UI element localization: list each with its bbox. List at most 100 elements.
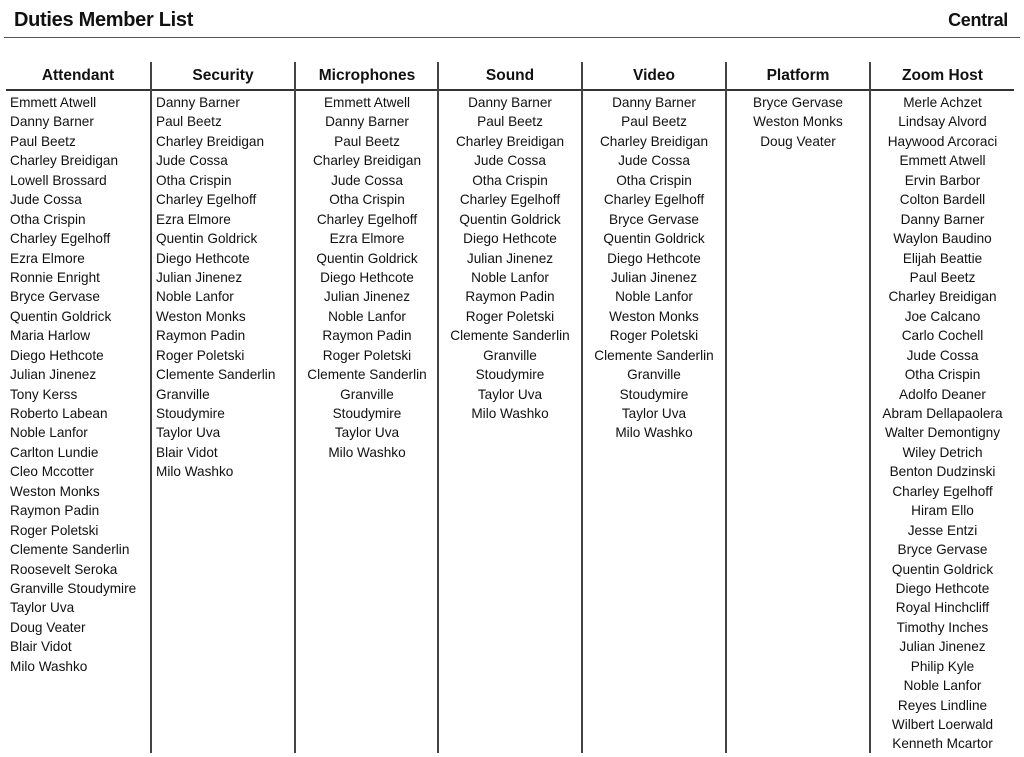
member-name: Raymon Padin [322, 328, 412, 344]
member-name: Charley Egelhoff [892, 483, 993, 499]
column-attendant: Attendant Emmett Atwell Danny Barner Paul B… [6, 62, 150, 757]
member-name: Quentin Goldrick [316, 250, 418, 266]
member-name: Milo Washko [328, 444, 406, 460]
member-name: Jude Cossa [906, 347, 979, 363]
member-name: Noble Lanfor [10, 425, 88, 441]
member-name: Taylor Uva [156, 425, 221, 441]
member-name: Raymon Padin [465, 289, 555, 305]
member-name: Clemente Sanderlin [10, 542, 130, 558]
column-platform: Platform Bryce Gervase Weston Monks Doug Ve… [727, 62, 869, 757]
member-name: Weston Monks [753, 114, 843, 130]
member-name: Julian Jinenez [10, 367, 97, 383]
column-microphones: Microphones Emmett Atwell Danny Barner Paul… [296, 62, 438, 757]
member-name: Diego Hethcote [10, 347, 104, 363]
member-name: Paul Beetz [909, 269, 976, 285]
member-name: Roger Poletski [609, 328, 699, 344]
member-name: Tony Kerss [10, 386, 78, 402]
member-name: Danny Barner [10, 114, 94, 130]
member-name: Diego Hethcote [607, 250, 701, 266]
member-name: Wiley Detrich [902, 444, 983, 460]
member-name: Emmett Atwell [323, 95, 411, 110]
member-name: Granville [340, 386, 394, 402]
member-name: Danny Barner [612, 95, 696, 110]
member-name: Charley Breidigan [888, 289, 997, 305]
member-name: Clemente Sanderlin [156, 367, 276, 383]
member-name: Noble Lanfor [328, 308, 406, 324]
member-name: Lowell Brossard [10, 172, 107, 188]
member-name: Weston Monks [10, 483, 100, 499]
member-name: Paul Beetz [156, 114, 222, 130]
member-list: Danny Barner Paul Beetz Charley Breidigan J… [152, 91, 294, 482]
member-name: Charley Breidigan [10, 153, 119, 169]
member-name: Charley Breidigan [455, 133, 565, 149]
member-name: Royal Hinchcliff [895, 600, 990, 616]
member-name: Granville [627, 367, 681, 383]
member-name: Danny Barner [468, 95, 552, 110]
member-name: Otha Crispin [472, 172, 548, 188]
member-name: Stoudymire [475, 367, 545, 383]
member-name: Timothy Inches [896, 619, 989, 635]
member-name: Quentin Goldrick [603, 231, 705, 247]
column-heading: Video [583, 62, 725, 91]
member-name: Paul Beetz [621, 114, 687, 130]
member-name: Clemente Sanderlin [594, 347, 714, 363]
member-name: Weston Monks [156, 308, 246, 324]
member-name: Roger Poletski [465, 308, 555, 324]
member-name: Granville [483, 347, 537, 363]
member-name: Noble Lanfor [903, 678, 982, 694]
member-name: Danny Barner [900, 211, 985, 227]
member-name: Jude Cossa [10, 192, 82, 208]
column-heading: Security [152, 62, 294, 91]
column-heading: Platform [727, 62, 869, 91]
member-name: Paul Beetz [10, 133, 76, 149]
column-heading: Attendant [6, 62, 150, 91]
member-name: Milo Washko [10, 658, 88, 674]
member-name: Quentin Goldrick [10, 308, 112, 324]
member-name: Noble Lanfor [615, 289, 693, 305]
member-name: Kenneth Mcartor [892, 736, 993, 752]
member-name: Lindsay Alvord [898, 114, 987, 130]
member-name: Blair Vidot [156, 444, 218, 460]
member-name: Raymon Padin [10, 503, 100, 519]
member-name: Philip Kyle [910, 658, 975, 674]
member-name: Julian Jinenez [323, 289, 411, 305]
member-name: Roberto Labean [10, 406, 108, 421]
member-name: Merle Achzet [903, 95, 982, 110]
member-name: Ezra Elmore [156, 211, 231, 227]
member-name: Paul Beetz [334, 133, 400, 149]
member-name: Stoudymire [156, 406, 225, 421]
member-name: Reyes Lindline [897, 697, 988, 713]
member-list: Danny Barner Paul Beetz Charley Breidigan J… [439, 91, 581, 423]
member-name: Noble Lanfor [471, 269, 549, 285]
region-label: Central [948, 9, 1008, 30]
member-name: Otha Crispin [10, 211, 86, 227]
member-name: Jude Cossa [618, 153, 690, 169]
member-name: Julian Jinenez [610, 269, 698, 285]
member-name: Noble Lanfor [156, 289, 234, 305]
member-name: Taylor Uva [334, 425, 400, 441]
member-name: Charley Egelhoff [10, 231, 111, 247]
column-heading: Microphones [296, 62, 438, 91]
member-name: Diego Hethcote [463, 231, 557, 247]
column-divider [150, 62, 152, 753]
member-name: Carlton Lundie [10, 444, 99, 460]
member-name: Charley Egelhoff [459, 192, 561, 208]
page-header: Duties Member List Central [14, 6, 1008, 34]
member-name: Taylor Uva [10, 600, 75, 616]
member-name: Hiram Ello [911, 503, 974, 519]
member-name: Otha Crispin [329, 192, 405, 208]
member-name: Stoudymire [332, 406, 402, 421]
member-name: Quentin Goldrick [891, 561, 994, 577]
member-name: Doug Veater [760, 133, 836, 149]
member-name: Diego Hethcote [320, 269, 414, 285]
member-name: Doug Veater [10, 619, 86, 635]
member-name: Milo Washko [615, 425, 693, 441]
column-heading: Zoom Host [871, 62, 1014, 91]
member-name: Haywood Arcoraci [887, 133, 998, 149]
member-name: Julian Jinenez [156, 269, 243, 285]
member-name: Otha Crispin [904, 367, 981, 383]
member-name: Ervin Barbor [904, 172, 981, 188]
member-name: Walter Demontigny [884, 425, 1001, 441]
member-name: Otha Crispin [616, 172, 692, 188]
member-name: Granville Stoudymire [10, 580, 137, 596]
